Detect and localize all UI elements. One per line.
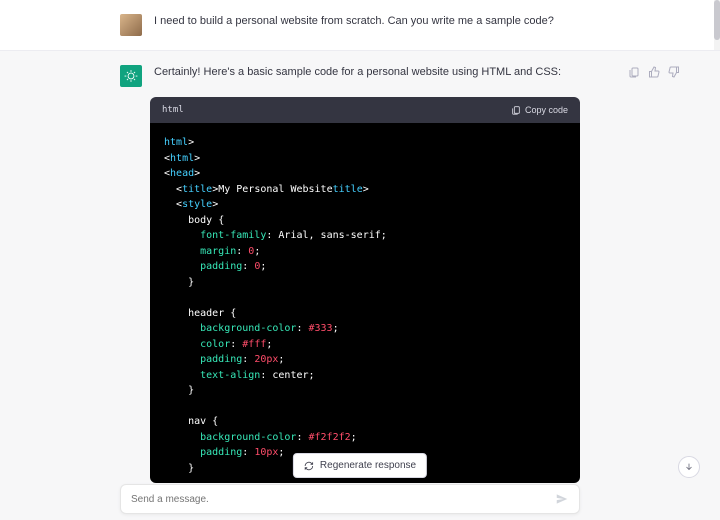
assistant-avatar: [120, 65, 142, 87]
copy-code-button[interactable]: Copy code: [511, 105, 568, 115]
message-input[interactable]: [131, 494, 555, 505]
code-content[interactable]: html> <html> <head> <title>My Personal W…: [150, 123, 580, 483]
scroll-to-bottom-button[interactable]: [678, 456, 700, 478]
code-header: html Copy code: [150, 97, 580, 123]
regenerate-button[interactable]: Regenerate response: [293, 453, 427, 478]
regenerate-label: Regenerate response: [320, 460, 416, 471]
user-avatar: [120, 14, 142, 36]
copy-code-label: Copy code: [525, 105, 568, 115]
clipboard-icon[interactable]: [628, 65, 640, 77]
code-block: html Copy code html> <html> <head> <titl…: [150, 87, 580, 483]
user-message-text: I need to build a personal website from …: [142, 14, 720, 29]
thumbs-up-icon[interactable]: [648, 65, 660, 77]
message-input-container[interactable]: [120, 484, 580, 514]
user-message-row: I need to build a personal website from …: [0, 0, 720, 50]
assistant-section: Certainly! Here's a basic sample code fo…: [0, 50, 720, 520]
send-icon[interactable]: [555, 492, 569, 506]
code-language-label: html: [162, 105, 184, 115]
thumbs-down-icon[interactable]: [668, 65, 680, 77]
assistant-message-text: Certainly! Here's a basic sample code fo…: [142, 65, 628, 80]
